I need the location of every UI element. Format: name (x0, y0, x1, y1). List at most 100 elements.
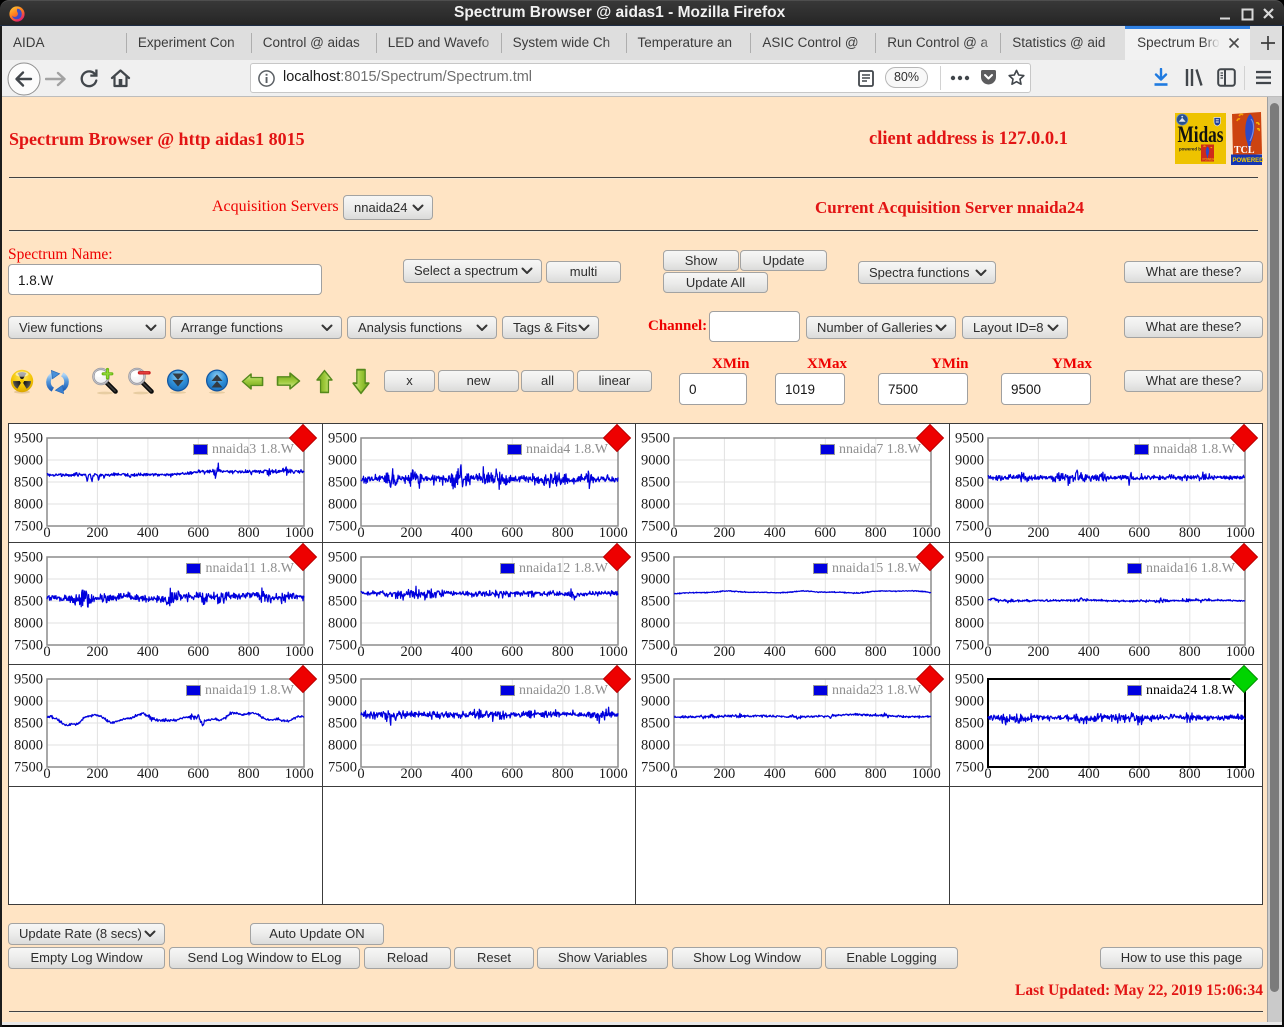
svg-text:9500: 9500 (328, 672, 357, 688)
svg-text:1000: 1000 (599, 525, 628, 541)
svg-text:400: 400 (137, 766, 159, 782)
svg-text:600: 600 (501, 766, 523, 782)
svg-text:200: 200 (401, 766, 423, 782)
svg-text:8500: 8500 (641, 594, 670, 610)
svg-text:8500: 8500 (328, 594, 357, 610)
svg-text:7500: 7500 (641, 519, 670, 535)
svg-text:8500: 8500 (328, 475, 357, 491)
svg-text:400: 400 (1078, 766, 1100, 782)
svg-text:8000: 8000 (955, 616, 984, 632)
svg-text:8000: 8000 (955, 738, 984, 754)
svg-text:800: 800 (865, 766, 887, 782)
svg-text:200: 200 (87, 525, 109, 541)
svg-text:7500: 7500 (641, 638, 670, 654)
svg-text:200: 200 (714, 766, 736, 782)
svg-text:7500: 7500 (328, 760, 357, 776)
svg-text:POWERED: POWERED (1233, 158, 1264, 164)
svg-text:9000: 9000 (14, 453, 43, 469)
svg-text:8500: 8500 (641, 716, 670, 732)
svg-text:800: 800 (865, 525, 887, 541)
svg-text:600: 600 (187, 644, 209, 660)
svg-text:600: 600 (1128, 766, 1150, 782)
svg-text:200: 200 (87, 644, 109, 660)
svg-text:600: 600 (814, 766, 836, 782)
svg-text:400: 400 (451, 644, 473, 660)
svg-text:0: 0 (43, 525, 50, 541)
svg-text:9000: 9000 (955, 572, 984, 588)
svg-text:8500: 8500 (14, 594, 43, 610)
svg-text:9500: 9500 (955, 672, 984, 688)
svg-text:7500: 7500 (14, 638, 43, 654)
svg-text:9000: 9000 (328, 453, 357, 469)
svg-text:9000: 9000 (14, 694, 43, 710)
svg-text:400: 400 (137, 644, 159, 660)
svg-text:0: 0 (984, 525, 991, 541)
svg-text:1000: 1000 (912, 525, 941, 541)
svg-text:9500: 9500 (328, 431, 357, 447)
svg-text:0: 0 (984, 766, 991, 782)
svg-text:200: 200 (714, 644, 736, 660)
svg-text:8500: 8500 (14, 716, 43, 732)
svg-text:400: 400 (764, 525, 786, 541)
svg-text:0: 0 (43, 766, 50, 782)
svg-text:600: 600 (501, 525, 523, 541)
svg-text:0: 0 (670, 525, 677, 541)
svg-text:200: 200 (714, 525, 736, 541)
svg-text:200: 200 (1028, 766, 1050, 782)
svg-text:400: 400 (451, 766, 473, 782)
svg-text:1000: 1000 (1226, 644, 1255, 660)
svg-text:0: 0 (984, 644, 991, 660)
svg-text:9500: 9500 (14, 431, 43, 447)
svg-text:800: 800 (238, 525, 260, 541)
svg-text:1000: 1000 (912, 644, 941, 660)
svg-text:7500: 7500 (955, 638, 984, 654)
svg-text:200: 200 (1028, 525, 1050, 541)
svg-text:9500: 9500 (641, 672, 670, 688)
svg-text:9500: 9500 (328, 550, 357, 566)
svg-text:1000: 1000 (912, 766, 941, 782)
svg-text:400: 400 (1078, 644, 1100, 660)
svg-text:0: 0 (670, 766, 677, 782)
svg-text:1000: 1000 (285, 644, 314, 660)
svg-text:9000: 9000 (955, 694, 984, 710)
svg-text:400: 400 (137, 525, 159, 541)
svg-text:600: 600 (814, 525, 836, 541)
svg-text:8500: 8500 (328, 716, 357, 732)
svg-text:200: 200 (1028, 644, 1050, 660)
svg-text:400: 400 (764, 766, 786, 782)
svg-text:7500: 7500 (641, 760, 670, 776)
svg-text:9500: 9500 (14, 550, 43, 566)
svg-text:7500: 7500 (328, 519, 357, 535)
svg-text:1000: 1000 (599, 766, 628, 782)
svg-text:7500: 7500 (955, 760, 984, 776)
svg-text:1000: 1000 (1226, 766, 1255, 782)
svg-text:8000: 8000 (14, 497, 43, 513)
svg-text:600: 600 (814, 644, 836, 660)
svg-text:8500: 8500 (955, 594, 984, 610)
svg-text:0: 0 (357, 525, 364, 541)
svg-text:600: 600 (187, 766, 209, 782)
svg-text:8000: 8000 (14, 616, 43, 632)
svg-text:800: 800 (1179, 644, 1201, 660)
svg-text:9500: 9500 (955, 431, 984, 447)
svg-text:600: 600 (187, 525, 209, 541)
svg-text:400: 400 (764, 644, 786, 660)
svg-text:8000: 8000 (328, 497, 357, 513)
svg-text:200: 200 (87, 766, 109, 782)
svg-text:9500: 9500 (955, 550, 984, 566)
svg-text:8000: 8000 (14, 738, 43, 754)
svg-text:600: 600 (1128, 644, 1150, 660)
svg-text:8000: 8000 (328, 738, 357, 754)
svg-text:1000: 1000 (285, 766, 314, 782)
svg-text:800: 800 (552, 644, 574, 660)
svg-text:600: 600 (501, 644, 523, 660)
svg-text:1000: 1000 (599, 644, 628, 660)
svg-text:0: 0 (43, 644, 50, 660)
svg-text:200: 200 (401, 525, 423, 541)
svg-text:7500: 7500 (955, 519, 984, 535)
svg-text:7500: 7500 (328, 638, 357, 654)
svg-text:9000: 9000 (14, 572, 43, 588)
svg-text:9500: 9500 (641, 431, 670, 447)
svg-text:9000: 9000 (641, 453, 670, 469)
svg-text:0: 0 (357, 644, 364, 660)
